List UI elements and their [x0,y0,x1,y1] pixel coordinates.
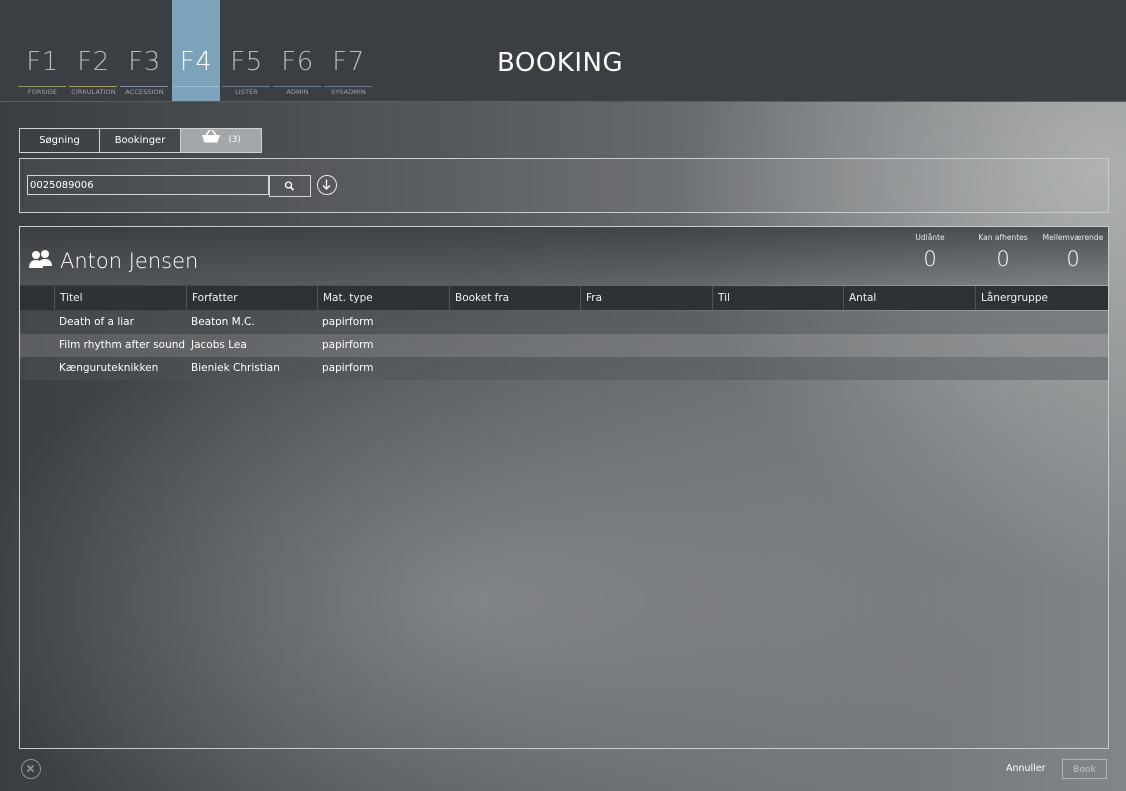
cell-author: Bieniek Christian [191,362,280,374]
cell-material-type: papirform [322,316,374,328]
cell-quantity [844,311,976,334]
cell-borrower-group [976,357,1108,380]
cell-quantity [844,357,976,380]
tab-search[interactable]: Søgning [20,129,100,152]
nav-key-caption: CIRKULATION [71,88,116,96]
cell-quantity [844,334,976,357]
nav-f2-cirkulation[interactable]: F2 CIRKULATION [68,0,119,101]
table-header: Titel Forfatter Mat. type Booket fra Fra… [20,286,1108,310]
column-header-select[interactable] [20,286,55,310]
cell-from [581,334,713,357]
cell-material-type: papirform [322,362,374,374]
column-header-booked-from[interactable]: Booket fra [450,286,581,310]
row-spacer [20,334,55,357]
cell-booked-from [450,334,581,357]
cell-to [713,334,844,357]
table-row[interactable]: Film rhythm after sound Jacobs Lea papir… [20,334,1108,357]
nav-key-label: F1 [26,47,59,77]
nav-key-caption: LISTER [235,88,258,96]
stat-value: 0 [996,247,1010,271]
cell-from [581,357,713,380]
nav-key-label: F4 [179,47,213,77]
tab-bookings[interactable]: Bookinger [100,129,181,152]
stat-label: Mellemværende [1042,233,1104,242]
search-input[interactable] [27,175,269,195]
nav-f3-accession[interactable]: F3 ACCESSION [119,0,170,101]
nav-key-label: F2 [77,47,110,77]
row-spacer [20,357,55,380]
users-icon [28,249,54,275]
cell-from [581,311,713,334]
cell-title: Film rhythm after sound [59,339,186,351]
tab-bookings-label: Bookinger [114,135,166,146]
tab-basket[interactable]: (3) [181,129,261,152]
nav-key-label: F5 [230,47,263,77]
stat-loaned: Udlånte 0 [913,233,947,271]
cell-to [713,311,844,334]
nav-f4-booking[interactable]: F4 [172,0,220,101]
column-header-to[interactable]: Til [713,286,844,310]
close-circle-icon[interactable] [21,759,41,779]
nav-key-label: F6 [281,47,314,77]
user-name: Anton Jensen [60,249,199,273]
nav-key-caption: FORSIDE [27,88,58,96]
column-header-material-type[interactable]: Mat. type [318,286,450,310]
stat-outstanding: Mellemværende 0 [1040,233,1106,271]
user-header: Anton Jensen Udlånte 0 Kan afhentes 0 Me… [20,227,1108,285]
cell-material-type: papirform [322,339,374,351]
search-icon [284,181,295,191]
stat-label: Udlånte [915,233,945,242]
top-bar: F1 FORSIDE F2 CIRKULATION F3 ACCESSION F… [0,0,1126,102]
cell-title: Death of a liar [59,316,134,328]
table-row[interactable]: Kænguruteknikken Bieniek Christian papir… [20,357,1108,380]
nav-f1-forside[interactable]: F1 FORSIDE [17,0,68,101]
cell-booked-from [450,311,581,334]
cell-booked-from [450,357,581,380]
column-header-from[interactable]: Fra [581,286,713,310]
search-button[interactable] [269,175,311,197]
cell-to [713,357,844,380]
nav-key-label: F3 [128,47,161,77]
arrow-down-icon [322,179,331,190]
tab-search-label: Søgning [39,135,80,146]
column-header-quantity[interactable]: Antal [844,286,976,310]
view-tabs: Søgning Bookinger (3) [19,128,262,153]
basket-count: (3) [228,135,241,145]
cancel-button[interactable]: Annuller [1006,763,1046,774]
cell-borrower-group [976,334,1108,357]
book-button[interactable]: Book [1062,759,1107,779]
table-row[interactable]: Death of a liar Beaton M.C. papirform [20,311,1108,334]
nav-key-caption: ACCESSION [125,88,164,96]
nav-key-caption: SYSADMIN [331,88,366,96]
stat-label: Kan afhentes [978,233,1028,242]
nav-key-label: F7 [332,47,365,77]
booking-panel: Anton Jensen Udlånte 0 Kan afhentes 0 Me… [19,226,1109,749]
cell-author: Beaton M.C. [191,316,255,328]
nav-f6-admin[interactable]: F6 ADMIN [272,0,323,101]
basket-icon [201,129,221,152]
nav-f7-sysadmin[interactable]: F7 SYSADMIN [323,0,374,101]
page-title: BOOKING [497,48,624,78]
nav-f5-lister[interactable]: F5 LISTER [221,0,272,101]
cell-title: Kænguruteknikken [59,362,159,374]
stat-value: 0 [923,247,937,271]
search-panel [19,158,1109,213]
cell-author: Jacobs Lea [191,339,247,351]
column-header-title[interactable]: Titel [55,286,187,310]
stat-value: 0 [1066,247,1080,271]
cell-borrower-group [976,311,1108,334]
column-header-author[interactable]: Forfatter [187,286,318,310]
column-header-borrower-group[interactable]: Lånergruppe [976,286,1108,310]
nav-key-caption: ADMIN [286,88,309,96]
row-spacer [20,311,55,334]
download-button[interactable] [317,175,337,195]
stat-ready-pickup: Kan afhentes 0 [975,233,1031,271]
